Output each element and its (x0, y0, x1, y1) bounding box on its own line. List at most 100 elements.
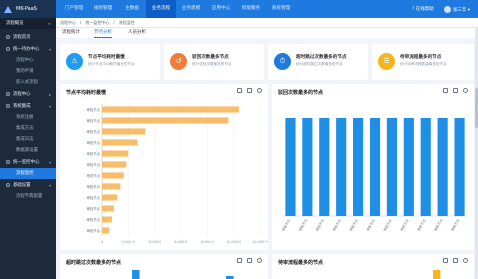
nav-tab-system-admin[interactable]: 系统管理 (266, 0, 296, 18)
sidebar-item-todo-center[interactable]: 统一待办中心 ▾ (0, 44, 56, 55)
nav-tab-business-process[interactable]: 业务流程 (146, 0, 176, 18)
download-icon[interactable] (453, 88, 458, 93)
download-icon[interactable] (247, 258, 252, 263)
app-logo[interactable]: MK-PaaS (0, 0, 56, 18)
tab-node-analysis[interactable]: 节点分析 (94, 28, 112, 38)
stat-title: 超时跳过次数最多的节点 (296, 55, 347, 60)
nav-tab-master-data[interactable]: 主数据 (118, 0, 146, 18)
sidebar-item-process-center[interactable]: 流程中心 ▸ (0, 89, 56, 100)
panel-slowest-node: 节点平均耗时最慢 0 2,000.0 4,000.0 6,000.0 8,000.0 10… (60, 84, 268, 250)
stat-desc: 统计超时跳过次数最多的节点 (296, 62, 343, 66)
timeout-icon: ⏱ (274, 53, 291, 70)
top-navbar: MK-PaaS 门户管理 规则管理 主数据 业务流程 业务建模 应用中心 智能服… (0, 0, 478, 18)
sidebar-item-integration-method[interactable]: 集成方法 (0, 123, 56, 134)
y-tick-label: 审批节点 (86, 118, 100, 123)
x-tick-label: 8,000.0 (201, 240, 214, 244)
bar (102, 106, 239, 113)
tab-personnel-analysis[interactable]: 人员分析 (128, 28, 146, 38)
sidebar-item-system-registration[interactable]: 系统注册 (0, 112, 56, 123)
sidebar-header[interactable]: 流程概览 ≡ (0, 18, 56, 29)
refresh-icon[interactable] (463, 258, 468, 263)
sidebar-item-datasource-settings[interactable]: 数据源设置 (0, 145, 56, 156)
refresh-icon[interactable] (257, 258, 262, 263)
x-tick-label: 4,000.0 (148, 240, 161, 244)
stat-card-most-rejected[interactable]: ↺ 驳回次数最多节点 统计驳回次数最多的节点 (164, 44, 264, 80)
data-view-icon[interactable] (443, 258, 448, 263)
x-tick-label: 审批节点 (399, 217, 410, 232)
x-tick-label: 6,000.0 (175, 240, 188, 244)
bar (102, 183, 121, 190)
sidebar-item-basic-settings[interactable]: 基础设置 ▾ (0, 180, 56, 191)
stat-desc: 统计待审流程数量最多的节点 (400, 62, 447, 66)
stat-desc: 统计驳回次数最多的节点 (192, 62, 232, 66)
tab-process-stats[interactable]: 流程统计 (62, 28, 80, 38)
sidebar-item-system-integration[interactable]: 系统集成 ▾ (0, 101, 56, 112)
y-tick-label: 审批节点 (86, 173, 100, 178)
x-tick-label: 审批节点 (314, 217, 325, 232)
sidebar-item-label: 基础设置 (13, 183, 31, 188)
y-tick-label: 审批节点 (86, 217, 100, 222)
data-view-icon[interactable] (237, 88, 242, 93)
sidebar-item-integration-log[interactable]: 集成日志 (0, 134, 56, 145)
bar (285, 118, 296, 216)
download-icon[interactable] (453, 258, 458, 263)
nav-tab-rules[interactable]: 规则管理 (88, 0, 118, 18)
sidebar-item-my-applications[interactable]: 我的申请 (0, 66, 56, 77)
data-view-icon[interactable] (237, 258, 242, 263)
sidebar-header-label: 流程概览 (6, 21, 24, 26)
bar (386, 118, 397, 216)
bar (403, 118, 414, 216)
chevron-down-icon: ▾ (48, 160, 51, 165)
sidebar-item-embedded-process[interactable]: 嵌入式流程 (0, 77, 56, 88)
nav-tab-app-center[interactable]: 应用中心 (206, 0, 236, 18)
bar (420, 118, 431, 216)
refresh-icon[interactable] (257, 88, 262, 93)
chevron-down-icon: ▾ (48, 47, 51, 52)
x-tick-label: 审批节点 (433, 217, 444, 232)
stat-title: 节点平均耗时最慢 (88, 55, 125, 60)
panel-title: 节点平均耗时最慢 (66, 90, 107, 96)
x-tick-label: 12,000.0 (252, 240, 267, 244)
stat-card-slowest-node[interactable]: ⚠ 节点平均耗时最慢 统计节点平均耗时最长的节点 (60, 44, 160, 80)
stat-card-most-pending[interactable]: ☰ 待审流程最多的节点 统计待审流程数量最多的节点 (372, 44, 474, 80)
nav-tab-smart-service[interactable]: 智能服务 (236, 0, 266, 18)
sidebar-item-process-center-sub[interactable]: 流程中心 (0, 55, 56, 66)
sidebar-item-process-dictionary[interactable]: 流程字典配置 (0, 191, 56, 202)
sidebar-item-process-monitor[interactable]: 流程监控 (0, 168, 56, 179)
y-tick-label: 审批节点 (86, 195, 100, 200)
circle-icon (6, 46, 10, 51)
warning-icon: ⚠ (66, 53, 83, 70)
online-help-link[interactable]: ? 在线帮助 (412, 6, 434, 12)
panel-most-pending: 待审流程最多的节点 (272, 254, 474, 279)
nav-tab-business-modeling[interactable]: 业务建模 (176, 0, 206, 18)
bar (102, 227, 110, 234)
nav-tab-portal[interactable]: 门户管理 (60, 0, 88, 18)
y-tick-label: 审批节点 (86, 107, 100, 112)
panel-title: 超时跳过次数最多的节点 (66, 260, 122, 266)
user-menu[interactable]: 张三丰 ▾ (443, 5, 470, 13)
breadcrumb-item[interactable]: 统一监控中心 (85, 20, 109, 26)
x-tick-label: 审批节点 (365, 217, 376, 232)
stat-card-most-timeout[interactable]: ⏱ 超时跳过次数最多的节点 统计超时跳过次数最多的节点 (268, 44, 368, 80)
chevron-down-icon: ▾ (48, 183, 51, 188)
sidebar-item-label: 流程首页 (13, 35, 31, 40)
y-tick-label: 审批节点 (86, 151, 100, 156)
logo-mark-icon (4, 5, 13, 13)
stat-desc: 统计节点平均耗时最长的节点 (88, 62, 135, 66)
bar (102, 139, 138, 146)
breadcrumb-item[interactable]: 流程中心 (60, 20, 76, 26)
y-tick-label: 审批节点 (86, 140, 100, 145)
refresh-icon[interactable] (463, 88, 468, 93)
bar (319, 118, 330, 216)
sidebar-item-process-home[interactable]: 流程首页 (0, 32, 56, 43)
menu-toggle-icon[interactable]: ≡ (48, 18, 51, 29)
y-tick-label: 审批节点 (86, 206, 100, 211)
data-view-icon[interactable] (443, 88, 448, 93)
panel-title: 驳回次数最多的节点 (278, 90, 324, 96)
sidebar-item-monitor-center[interactable]: 统一监控中心 ▾ (0, 157, 56, 168)
bar (353, 118, 364, 216)
y-tick-label: 审批节点 (86, 129, 100, 134)
vertical-bar-chart (132, 270, 234, 279)
download-icon[interactable] (247, 88, 252, 93)
panel-tools (237, 88, 262, 93)
